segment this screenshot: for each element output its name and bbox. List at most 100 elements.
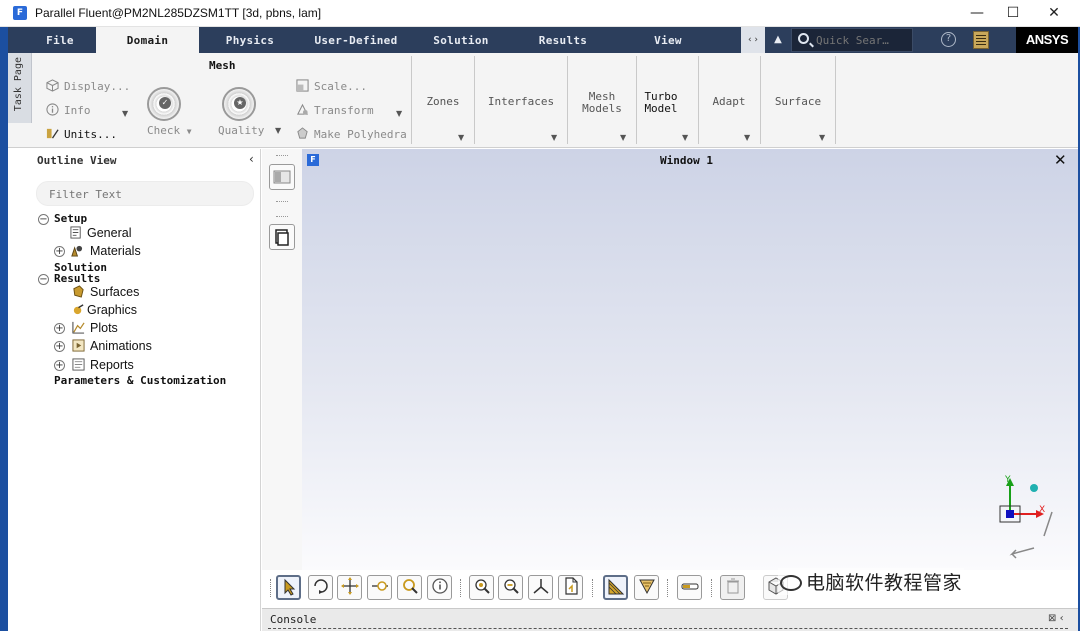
pan-view-button[interactable] xyxy=(337,575,362,600)
y-axis-label: Y xyxy=(1004,475,1011,485)
expand-toggle-icon[interactable]: + xyxy=(54,246,65,257)
units-button[interactable]: Units... xyxy=(46,127,117,141)
tree-node-parameters-customization[interactable]: Parameters & Customization xyxy=(54,374,226,387)
tree-node-results[interactable]: Results xyxy=(54,272,100,285)
console-panel[interactable]: Console ⊠ ‹ xyxy=(262,608,1078,631)
zones-group[interactable]: Zones xyxy=(412,96,474,108)
drag-handle[interactable] xyxy=(276,155,288,157)
quality-button[interactable]: Quality xyxy=(218,124,264,137)
drag-handle[interactable] xyxy=(460,579,462,597)
tab-domain[interactable]: Domain xyxy=(96,27,199,53)
info-dropdown-icon[interactable]: ▼ xyxy=(122,109,128,118)
tab-solution[interactable]: Solution xyxy=(416,27,506,53)
rotate-arrow-icon[interactable] xyxy=(1009,547,1035,559)
clear-selection-button[interactable] xyxy=(720,575,745,600)
mesh-models-dropdown-icon[interactable]: ▼ xyxy=(620,133,626,142)
adapt-dropdown-icon[interactable]: ▼ xyxy=(744,133,750,142)
drag-handle[interactable] xyxy=(667,579,669,597)
expand-toggle-icon[interactable]: + xyxy=(54,323,65,334)
filter-box[interactable] xyxy=(36,181,254,206)
scale-button[interactable]: Scale... xyxy=(296,79,367,93)
tab-physics[interactable]: Physics xyxy=(204,27,296,53)
zoom-in-out-button[interactable] xyxy=(367,575,392,600)
notes-icon[interactable] xyxy=(973,31,989,49)
close-button[interactable]: ✕ xyxy=(1034,0,1074,27)
tree-node-graphics[interactable]: Graphics xyxy=(87,303,137,317)
display-button[interactable]: Display... xyxy=(46,79,130,93)
plots-icon xyxy=(72,321,85,334)
graphics-window-close-icon[interactable]: ✕ xyxy=(1054,151,1067,169)
chevron-left-icon[interactable]: ‹ xyxy=(1060,613,1064,624)
drag-handle[interactable] xyxy=(592,579,594,597)
panel-toggle-button[interactable] xyxy=(269,164,295,190)
tab-scroll-arrows[interactable]: ‹ › xyxy=(741,27,765,53)
collapse-toggle-icon[interactable]: − xyxy=(38,274,49,285)
drag-handle[interactable] xyxy=(711,579,713,597)
drag-handle[interactable] xyxy=(276,216,288,218)
check-button[interactable]: Check ▼ xyxy=(147,124,192,137)
maximize-button[interactable]: ☐ xyxy=(993,0,1033,27)
turbo-model-group[interactable]: Turbo Model xyxy=(638,91,684,115)
surface-group[interactable]: Surface xyxy=(761,96,835,108)
copy-window-button[interactable] xyxy=(269,224,295,250)
drag-handle[interactable] xyxy=(270,579,272,597)
surface-dropdown-icon[interactable]: ▼ xyxy=(819,133,825,142)
quality-dropdown-icon[interactable]: ▼ xyxy=(275,126,281,135)
help-icon[interactable]: ? xyxy=(941,32,956,47)
tree-node-materials[interactable]: Materials xyxy=(90,244,141,258)
turbo-model-dropdown-icon[interactable]: ▼ xyxy=(682,133,688,142)
collapse-ribbon-icon[interactable]: ▲ xyxy=(765,27,791,53)
zoom-out-button[interactable] xyxy=(498,575,523,600)
chevron-left-icon[interactable]: ‹ xyxy=(249,152,254,166)
info-button[interactable]: Info xyxy=(46,103,91,117)
rotate-view-button[interactable] xyxy=(308,575,333,600)
ribbon-separator xyxy=(636,56,637,144)
transform-dropdown-icon[interactable]: ▼ xyxy=(396,109,402,118)
console-settings-icon[interactable]: ⊠ xyxy=(1048,613,1056,624)
rotate-arrow-icon[interactable] xyxy=(1043,511,1053,537)
tree-node-animations[interactable]: Animations xyxy=(90,339,152,353)
mesh-display-button[interactable] xyxy=(603,575,628,600)
mesh-group-title: Mesh xyxy=(209,59,236,72)
save-picture-button[interactable] xyxy=(558,575,583,600)
view-axes-button[interactable] xyxy=(528,575,553,600)
select-pointer-button[interactable] xyxy=(276,575,301,600)
make-polyhedra-button[interactable]: Make Polyhedra xyxy=(296,127,407,141)
minimize-button[interactable]: — xyxy=(957,0,997,27)
transform-button[interactable]: Transform xyxy=(296,103,374,117)
tree-node-plots[interactable]: Plots xyxy=(90,321,118,335)
tree-node-reports[interactable]: Reports xyxy=(90,358,134,372)
quick-search-box[interactable] xyxy=(791,28,913,52)
probe-info-button[interactable] xyxy=(427,575,452,600)
interfaces-group[interactable]: Interfaces xyxy=(475,96,567,108)
mesh-models-group[interactable]: Mesh Models xyxy=(568,91,636,115)
check-label: Check xyxy=(147,124,181,137)
transparency-slider-button[interactable] xyxy=(677,575,702,600)
expand-toggle-icon[interactable]: + xyxy=(54,341,65,352)
info-icon xyxy=(46,103,59,116)
tree-node-general[interactable]: General xyxy=(87,226,131,240)
zones-dropdown-icon[interactable]: ▼ xyxy=(458,133,464,142)
adapt-group[interactable]: Adapt xyxy=(699,96,759,108)
tab-user-defined[interactable]: User-Defined xyxy=(296,27,416,53)
quick-search-input[interactable] xyxy=(816,32,910,48)
quality-mesh-icon[interactable]: ★ xyxy=(222,87,256,121)
tab-results[interactable]: Results xyxy=(514,27,612,53)
tab-file[interactable]: File xyxy=(20,27,100,53)
filter-text-input[interactable] xyxy=(49,186,239,202)
collapse-toggle-icon[interactable]: − xyxy=(38,214,49,225)
expand-toggle-icon[interactable]: + xyxy=(54,360,65,371)
tree-node-setup[interactable]: Setup xyxy=(54,212,87,225)
fit-to-window-button[interactable] xyxy=(469,575,494,600)
zoom-to-area-button[interactable] xyxy=(397,575,422,600)
graphics-window-header: F Window 1 ✕ xyxy=(302,149,1078,171)
check-mesh-icon[interactable]: ✓ xyxy=(147,87,181,121)
task-page-tab[interactable]: Task Page xyxy=(8,53,32,123)
interfaces-dropdown-icon[interactable]: ▼ xyxy=(551,133,557,142)
tree-node-surfaces[interactable]: Surfaces xyxy=(90,285,139,299)
tab-view[interactable]: View xyxy=(620,27,716,53)
graphics-window[interactable]: F Window 1 ✕ xyxy=(302,149,1078,570)
contours-display-button[interactable] xyxy=(634,575,659,600)
isometric-sphere-icon[interactable] xyxy=(1030,484,1038,492)
drag-handle[interactable] xyxy=(276,201,288,203)
